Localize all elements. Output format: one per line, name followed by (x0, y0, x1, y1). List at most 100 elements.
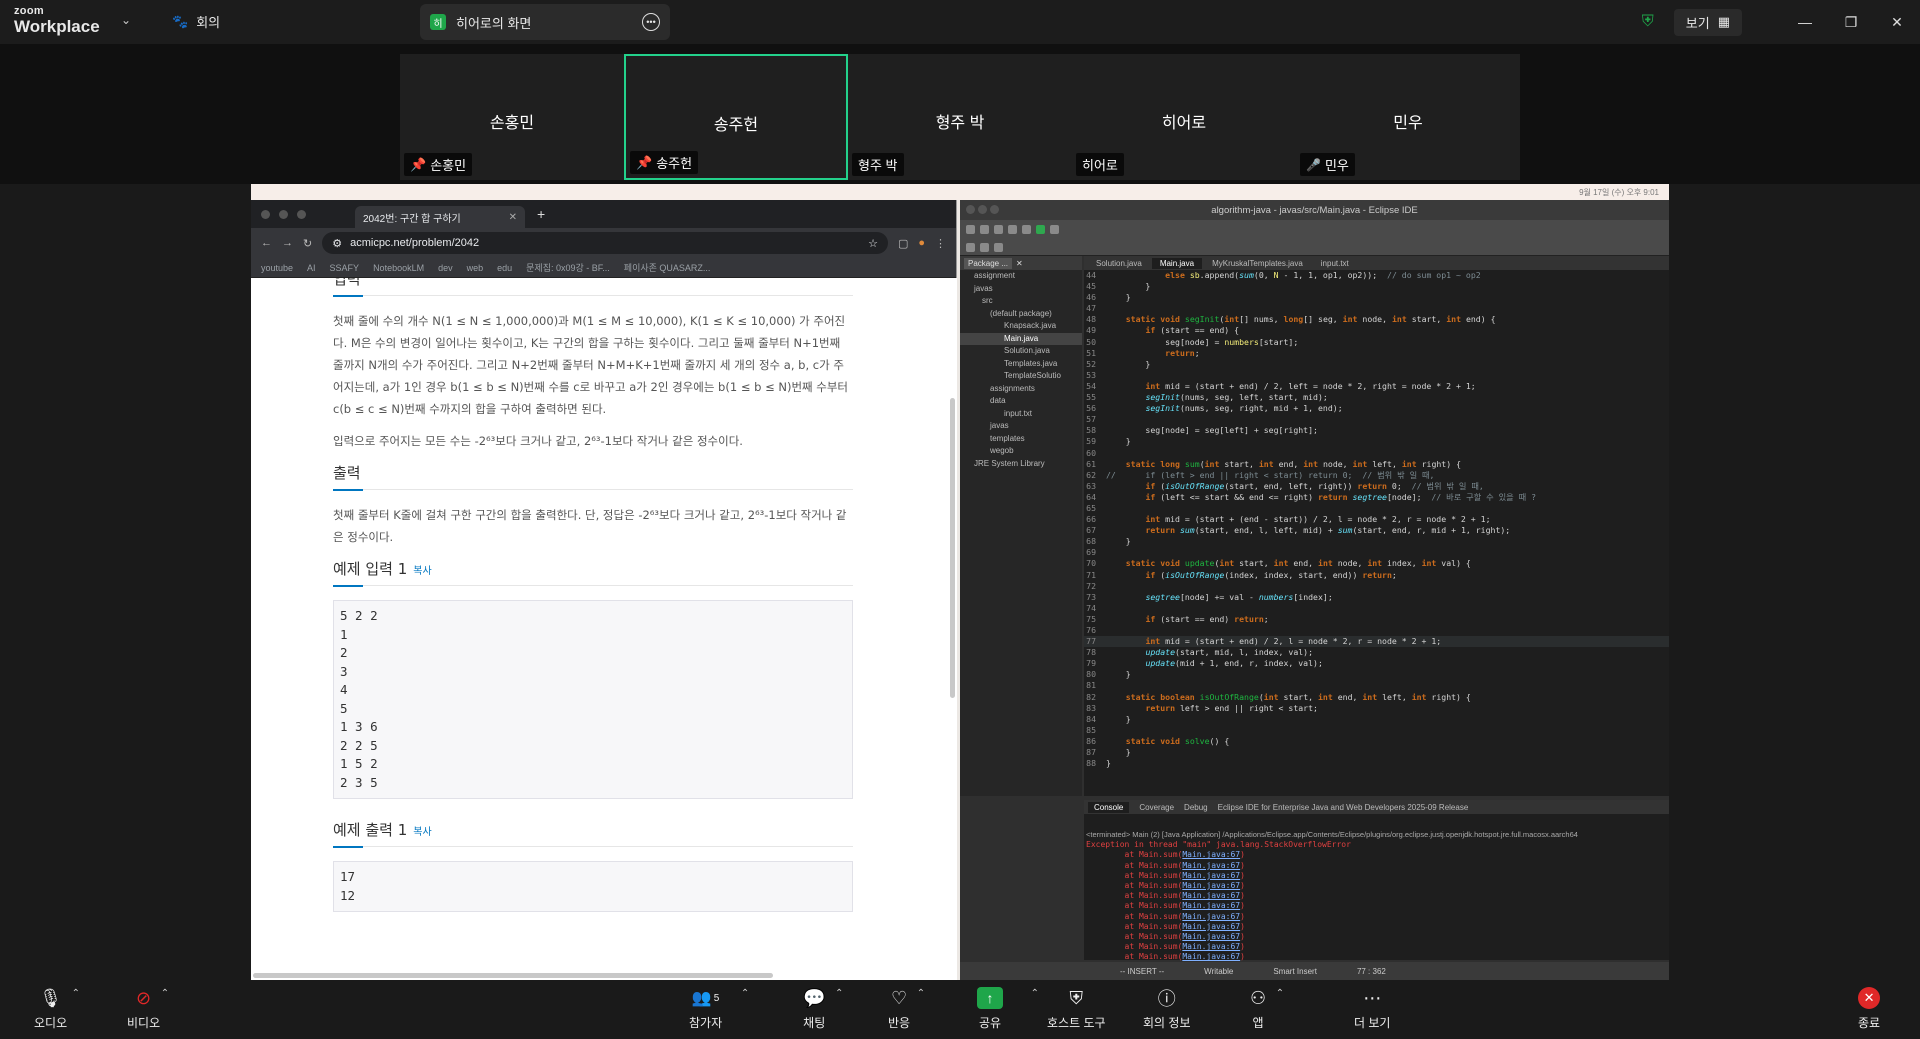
more-button[interactable]: ⋯ 더 보기 (1354, 986, 1390, 1031)
reload-icon[interactable]: ↻ (303, 237, 312, 250)
forward-icon[interactable]: → (282, 237, 293, 249)
release-tab[interactable]: Eclipse IDE for Enterprise Java and Web … (1218, 803, 1469, 812)
stack-trace-link[interactable]: Main.java:67 (1182, 912, 1240, 921)
back-icon[interactable] (966, 242, 975, 252)
chevron-up-icon[interactable]: ⌃ (72, 988, 80, 999)
search-icon[interactable] (1050, 224, 1059, 234)
bookmark-item[interactable]: dev (438, 263, 453, 273)
perspective-icon[interactable] (994, 242, 1003, 252)
editor-tab[interactable]: Solution.java (1088, 258, 1150, 269)
run-icon[interactable] (1036, 224, 1045, 234)
react-button[interactable]: ♡ ⌃ 반응 (888, 986, 925, 1031)
apps-button[interactable]: ⚇ ⌃ 앱 (1250, 986, 1284, 1031)
tree-item[interactable]: assignment (960, 270, 1082, 283)
chevron-up-icon[interactable]: ⌃ (1031, 988, 1039, 999)
bookmark-item[interactable]: 페이사존 QUASARZ... (624, 261, 711, 274)
tree-item[interactable]: input.txt (960, 408, 1082, 421)
new-icon[interactable] (966, 224, 975, 234)
more-options-icon[interactable]: ••• (642, 13, 660, 31)
editor-tab[interactable]: MyKruskalTemplates.java (1204, 258, 1311, 269)
traffic-light-close[interactable] (966, 205, 975, 214)
copy-button[interactable]: 복사 (413, 566, 431, 577)
chevron-down-icon[interactable]: ⌄ (121, 13, 131, 27)
participant-tile[interactable]: 형주 박 형주 박 (848, 54, 1072, 180)
tree-item[interactable]: JRE System Library (960, 458, 1082, 471)
code-editor[interactable]: Solution.java Main.java MyKruskalTemplat… (1084, 256, 1669, 796)
stack-trace-link[interactable]: Main.java:67 (1182, 952, 1240, 961)
tree-item[interactable]: Solution.java (960, 345, 1082, 358)
stack-trace-link[interactable]: Main.java:67 (1182, 942, 1240, 951)
tree-item[interactable]: wegob (960, 445, 1082, 458)
host-tools-button[interactable]: ⛨ 호스트 도구 (1047, 986, 1106, 1031)
video-button[interactable]: ⊘ ⌃ 비디오 (127, 986, 169, 1031)
participant-tile[interactable]: 히어로 히어로 (1072, 54, 1296, 180)
tree-item[interactable]: TemplateSolutio (960, 370, 1082, 383)
restore-icon[interactable]: ❐ (1828, 14, 1874, 31)
editor-tab[interactable]: input.txt (1313, 258, 1357, 269)
chevron-up-icon[interactable]: ⌃ (1276, 988, 1284, 999)
bookmark-item[interactable]: web (467, 263, 484, 273)
extensions-icon[interactable]: ▢ (898, 237, 908, 250)
stack-trace-link[interactable]: Main.java:67 (1182, 922, 1240, 931)
minimize-icon[interactable]: — (1782, 14, 1828, 30)
stack-trace-link[interactable]: Main.java:67 (1182, 861, 1240, 870)
stack-trace-link[interactable]: Main.java:67 (1182, 850, 1240, 859)
tree-item[interactable]: src (960, 295, 1082, 308)
save-icon[interactable] (980, 224, 989, 234)
site-info-icon[interactable]: ⚙ (332, 237, 342, 250)
bookmark-item[interactable]: edu (497, 263, 512, 273)
console-tab[interactable]: Console (1088, 801, 1130, 813)
participants-button[interactable]: 👥 5 ⌃ 참가자 (689, 986, 749, 1031)
stack-trace-link[interactable]: Main.java:67 (1182, 901, 1240, 910)
bookmark-item[interactable]: 문제집: 0x09강 - BF... (526, 261, 610, 274)
chevron-up-icon[interactable]: ⌃ (741, 988, 749, 999)
vertical-scrollbar[interactable] (950, 398, 955, 698)
meeting-tab[interactable]: 🐾 회의 (172, 12, 220, 31)
stack-trace-link[interactable]: Main.java:67 (1182, 932, 1240, 941)
traffic-light-max[interactable] (990, 205, 999, 214)
copy-button[interactable]: 복사 (413, 827, 431, 838)
tree-item[interactable]: Knapsack.java (960, 320, 1082, 333)
address-bar[interactable]: ⚙ acmicpc.net/problem/2042 ☆ (322, 232, 888, 254)
stack-trace-link[interactable]: Main.java:67 (1182, 871, 1240, 880)
end-button[interactable]: ✕ 종료 (1858, 986, 1880, 1031)
share-button[interactable]: ↑ ⌃ 공유 (977, 986, 1039, 1031)
close-icon[interactable]: ✕ (1016, 259, 1023, 268)
view-button[interactable]: 보기 ▦ (1673, 8, 1742, 36)
browser-tab[interactable]: 2042번: 구간 합 구하기 ✕ (355, 206, 525, 228)
tree-item[interactable]: Templates.java (960, 358, 1082, 371)
bookmark-item[interactable]: AI (307, 263, 316, 273)
close-icon[interactable]: ✕ (1874, 14, 1920, 31)
stack-trace-link[interactable]: Main.java:67 (1182, 891, 1240, 900)
shield-icon[interactable]: ⛨ (1642, 13, 1654, 31)
participant-tile-active[interactable]: 송주헌 📌 송주헌 (624, 54, 848, 180)
back-icon[interactable]: ← (261, 237, 272, 249)
tree-item[interactable]: data (960, 395, 1082, 408)
traffic-light-min[interactable] (978, 205, 987, 214)
print-icon[interactable] (1008, 224, 1017, 234)
new-tab-icon[interactable]: + (537, 206, 545, 222)
menu-icon[interactable]: ⋮ (935, 237, 946, 250)
bookmark-item[interactable]: NotebookLM (373, 263, 424, 273)
participant-tile[interactable]: 민우 🎤 민우 (1296, 54, 1520, 180)
profile-avatar[interactable]: ● (918, 237, 925, 249)
audio-button[interactable]: 🎙 ⌃ 오디오 (34, 986, 80, 1031)
debug-tab[interactable]: Debug (1184, 803, 1208, 812)
meeting-info-button[interactable]: ⓘ 회의 정보 (1143, 986, 1191, 1031)
traffic-light-min[interactable] (279, 209, 288, 219)
chevron-up-icon[interactable]: ⌃ (917, 988, 925, 999)
star-icon[interactable]: ☆ (868, 237, 878, 250)
coverage-tab[interactable]: Coverage (1139, 803, 1174, 812)
chevron-up-icon[interactable]: ⌃ (835, 988, 843, 999)
tree-item[interactable]: javas (960, 283, 1082, 296)
tree-item[interactable]: assignments (960, 383, 1082, 396)
tree-item[interactable]: (default package) (960, 308, 1082, 321)
forward-icon[interactable] (980, 242, 989, 252)
chat-button[interactable]: 💬 ⌃ 채팅 (803, 986, 843, 1031)
editor-tab-active[interactable]: Main.java (1151, 257, 1203, 269)
tree-item[interactable]: javas (960, 420, 1082, 433)
participant-tile[interactable]: 손홍민 📌 손홍민 (400, 54, 624, 180)
share-screen-tab[interactable]: 히 히어로의 화면 ••• (420, 4, 670, 40)
debug-icon[interactable] (1022, 224, 1031, 234)
bookmark-item[interactable]: youtube (261, 263, 293, 273)
